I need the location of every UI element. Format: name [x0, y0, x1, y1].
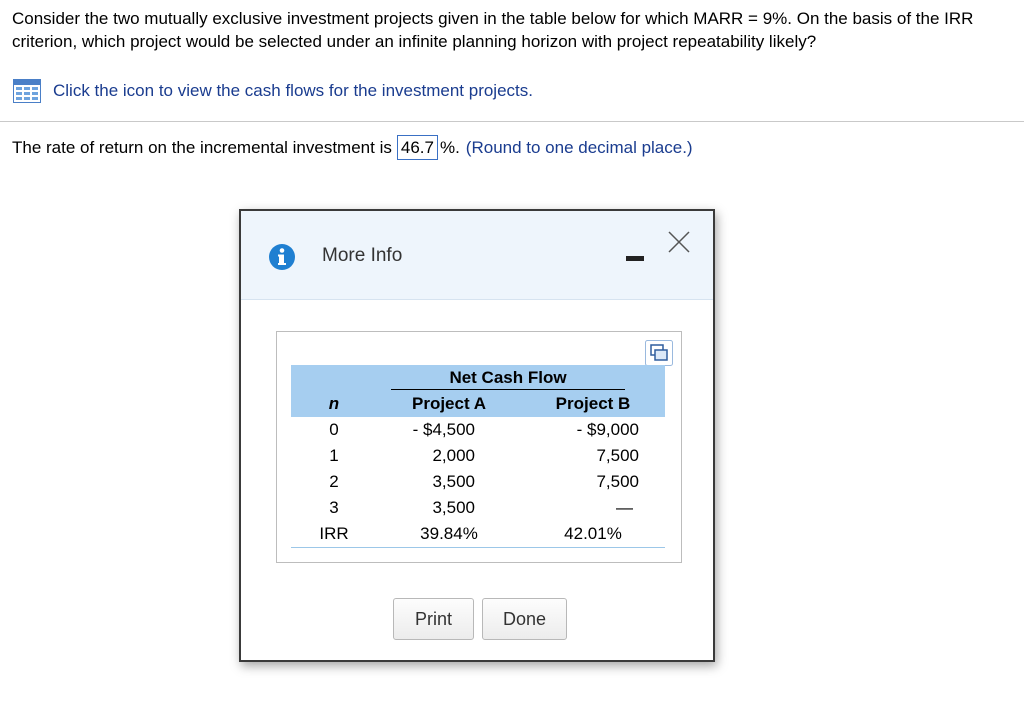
cell-project-a: - $4,500 [412, 420, 475, 439]
view-cash-flows-link[interactable]: Click the icon to view the cash flows fo… [13, 79, 533, 103]
table-row: 3 3,500 — [291, 495, 665, 521]
column-header-n: n [291, 391, 377, 417]
column-header-project-a: Project A [377, 391, 521, 417]
info-icon [269, 244, 295, 270]
cell-project-a: 3,500 [432, 498, 475, 517]
cell-project-b: 7,500 [596, 446, 639, 465]
column-header-project-b: Project B [521, 391, 665, 417]
table-column-header-row: n Project A Project B [291, 391, 665, 417]
answer-suffix: %. [439, 137, 460, 157]
answer-prefix: The rate of return on the incremental in… [12, 137, 392, 157]
done-button[interactable]: Done [482, 598, 567, 640]
rounding-hint: (Round to one decimal place.) [465, 137, 693, 157]
view-cash-flows-link-text[interactable]: Click the icon to view the cash flows fo… [53, 81, 533, 101]
dialog-title: More Info [322, 245, 403, 266]
cash-flow-table: Net Cash Flow n Project A Project B 0 - … [291, 365, 665, 548]
group-header-cell: Net Cash Flow [291, 365, 665, 391]
table-group-header-row: Net Cash Flow [291, 365, 665, 391]
print-button[interactable]: Print [393, 598, 474, 640]
cash-flow-panel: Net Cash Flow n Project A Project B 0 - … [276, 331, 682, 563]
table-row: 0 - $4,500 - $9,000 [291, 417, 665, 443]
cell-n: 2 [329, 472, 339, 491]
minimize-button[interactable] [626, 249, 646, 263]
more-info-dialog: More Info Net Cash Flow n Project A Proj… [239, 209, 715, 662]
table-row: 2 3,500 7,500 [291, 469, 665, 495]
cell-project-b: - $9,000 [576, 420, 639, 439]
irr-row: IRR 39.84% 42.01% [291, 521, 665, 548]
net-cash-flow-header: Net Cash Flow [391, 367, 625, 390]
cell-project-b: 7,500 [596, 472, 639, 491]
answer-input[interactable]: 46.7 [396, 135, 438, 160]
cell-irr-project-b: 42.01% [521, 521, 665, 548]
answer-line: The rate of return on the incremental in… [12, 135, 693, 160]
table-row: 1 2,000 7,500 [291, 443, 665, 469]
cell-n: 0 [329, 420, 339, 439]
copy-icon[interactable] [645, 340, 673, 366]
minimize-icon[interactable] [626, 256, 644, 261]
cell-project-a: 3,500 [432, 472, 475, 491]
cell-n: 3 [329, 498, 339, 517]
cell-irr-label: IRR [291, 521, 377, 548]
dialog-header: More Info [241, 211, 713, 300]
cell-project-b: — [616, 498, 633, 517]
cell-irr-project-a: 39.84% [377, 521, 521, 548]
close-icon[interactable] [666, 229, 692, 255]
table-icon[interactable] [13, 79, 41, 103]
cell-project-a: 2,000 [432, 446, 475, 465]
question-text: Consider the two mutually exclusive inve… [12, 9, 974, 51]
section-divider [0, 121, 1024, 122]
cell-n: 1 [329, 446, 339, 465]
